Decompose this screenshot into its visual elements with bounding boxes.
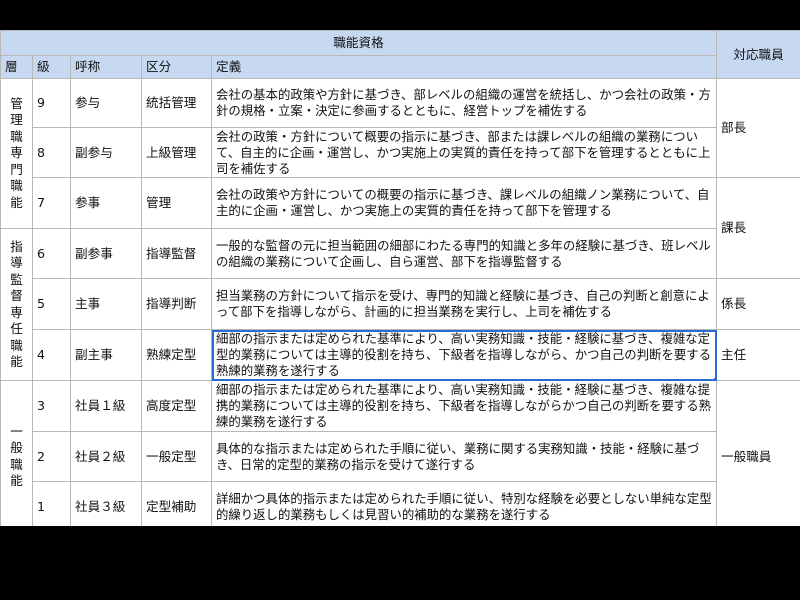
grade-cell[interactable]: 6 [32,228,71,279]
definition-cell[interactable]: 担当業務の方針について指示を受け、専門的知識と経験に基づき、自己の判断と創意によ… [211,278,717,330]
title-cell[interactable]: 副参事 [70,228,142,279]
grade-cell[interactable]: 9 [32,78,71,128]
category-cell[interactable]: 上級管理 [141,127,212,178]
category-cell[interactable]: 熟練定型 [141,329,212,381]
spreadsheet-sheet: 職能資格 対応職員 層 級 呼称 区分 定義 管理職専門職能 9 参与 統括管理… [0,30,800,526]
category-cell[interactable]: 指導判断 [141,278,212,330]
layer-cell[interactable]: 管理職専門職能 [0,78,33,229]
category-cell[interactable]: 高度定型 [141,380,212,432]
header-corresponding[interactable]: 対応職員 [716,30,800,79]
grade-cell[interactable]: 1 [32,481,71,526]
grade-cell[interactable]: 3 [32,380,71,432]
title-cell[interactable]: 主事 [70,278,142,330]
definition-cell[interactable]: 会社の政策・方針について概要の指示に基づき、部または課レベルの組織の業務について… [211,127,717,178]
header-group-title[interactable]: 職能資格 [0,30,717,56]
title-cell[interactable]: 参与 [70,78,142,128]
position-cell[interactable]: 課長 [716,177,800,279]
definition-cell[interactable]: 具体的な指示または定められた手順に従い、業務に関する実務知識・技能・経験に基づき… [211,431,717,482]
definition-cell[interactable]: 会社の政策や方針についての概要の指示に基づき、課レベルの組織ノン業務について、自… [211,177,717,229]
grade-cell[interactable]: 2 [32,431,71,482]
table-row: 管理職専門職能 9 参与 統括管理 会社の基本的政策や方針に基づき、部レベルの組… [0,78,800,229]
definition-cell[interactable]: 細部の指示または定められた基準により、高い実務知識・技能・経験に基づき、複雑な提… [211,380,717,432]
layer-cell[interactable]: 一般職能 [0,380,33,526]
table-row: 4 副主事 熟練定型 細部の指示または定められた基準により、高い実務知識・技能・… [1,329,800,381]
title-cell[interactable]: 副参与 [70,127,142,178]
definition-cell-selected[interactable]: 細部の指示または定められた基準により、高い実務知識・技能・経験に基づき、複雑な定… [211,329,717,381]
table-row: 7 参事 管理 会社の政策や方針についての概要の指示に基づき、課レベルの組織ノン… [1,177,800,279]
title-cell[interactable]: 参事 [70,177,142,229]
category-cell[interactable]: 指導監督 [141,228,212,279]
category-cell[interactable]: 定型補助 [141,481,212,526]
title-cell[interactable]: 社員１級 [70,380,142,432]
table-row: 8 副参与 上級管理 会社の政策・方針について概要の指示に基づき、部または課レベ… [1,127,800,178]
grade-cell[interactable]: 7 [32,177,71,229]
fill-handle[interactable] [714,378,716,380]
header-title[interactable]: 呼称 [70,55,142,79]
position-cell[interactable]: 一般職員 [716,380,800,526]
position-cell[interactable]: 係長 [716,278,800,330]
category-cell[interactable]: 管理 [141,177,212,229]
layer-cell[interactable]: 指導監督専任職能 [0,228,33,381]
definition-cell[interactable]: 一般的な監督の元に担当範囲の細部にわたる専門的知識と多年の経験に基づき、班レベル… [211,228,717,279]
qualification-table: 職能資格 対応職員 層 級 呼称 区分 定義 管理職専門職能 9 参与 統括管理… [0,30,800,526]
definition-cell[interactable]: 詳細かつ具体的指示または定められた手順に従い、特別な経験を必要としない単純な定型… [211,481,717,526]
table-row: 一般職能 3 社員１級 高度定型 細部の指示または定められた基準により、高い実務… [0,380,800,526]
category-cell[interactable]: 一般定型 [141,431,212,482]
table-row: 5 主事 指導判断 担当業務の方針について指示を受け、専門的知識と経験に基づき、… [1,278,800,330]
title-cell[interactable]: 社員３級 [70,481,142,526]
header-layer[interactable]: 層 [0,55,33,79]
definition-text: 細部の指示または定められた基準により、高い実務知識・技能・経験に基づき、複雑な定… [216,331,712,378]
table-row: 指導監督専任職能 6 副参事 指導監督 一般的な監督の元に担当範囲の細部にわたる… [0,228,800,381]
category-cell[interactable]: 統括管理 [141,78,212,128]
position-cell[interactable]: 部長 [716,78,800,178]
header-category[interactable]: 区分 [141,55,212,79]
header-definition[interactable]: 定義 [211,55,717,79]
table-row: 2 社員２級 一般定型 具体的な指示または定められた手順に従い、業務に関する実務… [1,431,800,482]
grade-cell[interactable]: 5 [32,278,71,330]
table-row: 1 社員３級 定型補助 詳細かつ具体的指示または定められた手順に従い、特別な経験… [1,481,800,526]
grade-cell[interactable]: 4 [32,329,71,381]
title-cell[interactable]: 副主事 [70,329,142,381]
header-grade[interactable]: 級 [32,55,71,79]
definition-cell[interactable]: 会社の基本的政策や方針に基づき、部レベルの組織の運営を統括し、かつ会社の政策・方… [211,78,717,128]
title-cell[interactable]: 社員２級 [70,431,142,482]
position-cell[interactable]: 主任 [716,329,800,381]
grade-cell[interactable]: 8 [32,127,71,178]
